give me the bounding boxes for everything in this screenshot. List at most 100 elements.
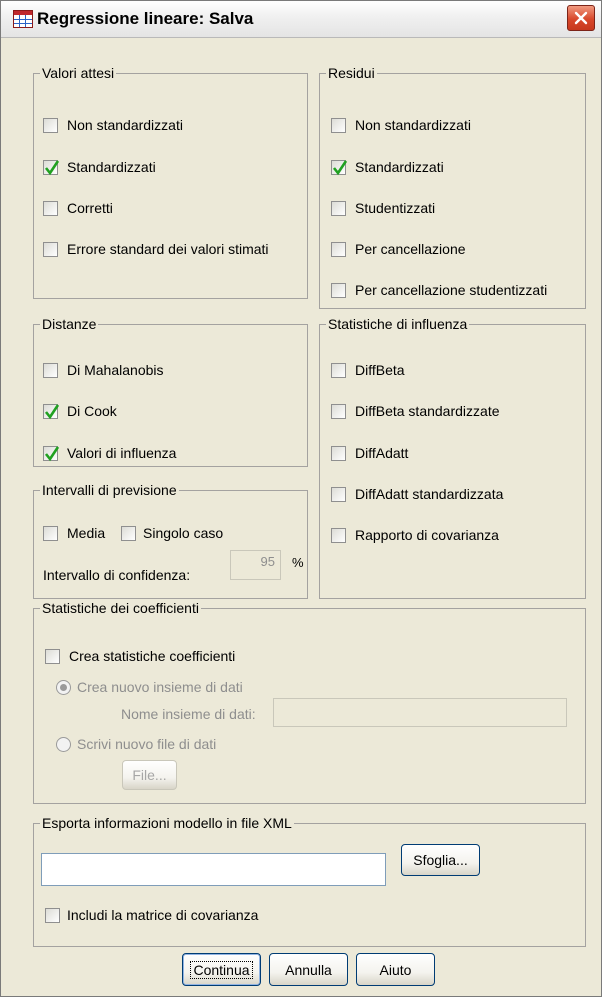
checkbox-label: Rapporto di covarianza (355, 527, 499, 543)
checkbox-label: Di Cook (67, 403, 117, 419)
checkbox-crea-statistiche-coefficienti[interactable]: Crea statistiche coefficienti (45, 648, 235, 664)
checkbox-label: Standardizzati (67, 159, 156, 175)
checkbox-errore-standard[interactable]: Errore standard dei valori stimati (43, 241, 269, 257)
checkmark-icon (332, 159, 348, 175)
window-title: Regressione lineare: Salva (37, 9, 254, 28)
checkbox-box[interactable] (331, 159, 348, 175)
radio-crea-nuovo-insieme[interactable]: Crea nuovo insieme di dati (56, 679, 243, 695)
group-title-intervalli: Intervalli di previsione (40, 482, 179, 498)
group-title-coefficienti: Statistiche dei coefficienti (40, 600, 201, 616)
checkbox-box[interactable] (331, 241, 346, 257)
group-residui: Residui (319, 65, 586, 309)
checkbox-valori-corretti[interactable]: Corretti (43, 200, 113, 216)
checkbox-media[interactable]: Media (43, 525, 105, 541)
checkbox-box[interactable] (331, 486, 346, 502)
checkbox-label: Valori di influenza (67, 445, 177, 461)
radio-label: Scrivi nuovo file di dati (77, 736, 217, 752)
checkbox-label: Non standardizzati (355, 117, 471, 133)
nome-insieme-label: Nome insieme di dati: (121, 706, 256, 722)
checkbox-valori-non-standardizzati[interactable]: Non standardizzati (43, 117, 183, 133)
checkbox-di-mahalanobis[interactable]: Di Mahalanobis (43, 362, 164, 378)
continua-button[interactable]: Continua (182, 953, 261, 986)
close-icon (574, 11, 588, 25)
checkbox-box[interactable] (43, 117, 58, 133)
checkbox-label: Crea statistiche coefficienti (69, 648, 236, 664)
checkbox-box[interactable] (45, 648, 60, 664)
checkbox-label: Singolo caso (143, 525, 224, 541)
group-title-residui: Residui (326, 65, 377, 81)
dialog-window: Regressione lineare: Salva Valori attesi… (0, 0, 602, 997)
group-title-distanze: Distanze (40, 316, 99, 332)
checkbox-label: Non standardizzati (67, 117, 183, 133)
radio-button[interactable] (56, 679, 71, 695)
confidenza-input[interactable]: 95 (230, 550, 281, 580)
checkbox-box[interactable] (331, 362, 346, 378)
checkbox-box[interactable] (43, 159, 60, 175)
sfoglia-button[interactable]: Sfoglia... (401, 844, 480, 876)
radio-scrivi-nuovo-file[interactable]: Scrivi nuovo file di dati (56, 736, 216, 752)
radio-dot (60, 683, 67, 691)
checkbox-di-cook[interactable]: Di Cook (43, 403, 117, 419)
checkmark-icon (44, 445, 60, 461)
checkbox-box[interactable] (331, 117, 346, 133)
checkbox-residui-studentizzati[interactable]: Studentizzati (331, 200, 435, 216)
checkbox-residui-standardizzati[interactable]: Standardizzati (331, 159, 444, 175)
checkbox-diffbeta-standardizzate[interactable]: DiffBeta standardizzate (331, 403, 500, 419)
radio-label: Crea nuovo insieme di dati (77, 679, 243, 695)
checkbox-box[interactable] (43, 200, 58, 216)
checkbox-label: Standardizzati (355, 159, 444, 175)
checkbox-includi-matrice[interactable]: Includi la matrice di covarianza (45, 907, 258, 923)
checkbox-label: Studentizzati (355, 200, 436, 216)
title-bar[interactable]: Regressione lineare: Salva (1, 1, 601, 38)
group-title-valori-attesi: Valori attesi (40, 65, 117, 81)
checkbox-box[interactable] (43, 525, 58, 541)
radio-button[interactable] (56, 736, 71, 752)
checkbox-box[interactable] (43, 445, 60, 461)
checkbox-label: Media (67, 525, 106, 541)
aiuto-button[interactable]: Aiuto (356, 953, 435, 986)
checkbox-label: DiffBeta (355, 362, 405, 378)
checkbox-valori-di-influenza[interactable]: Valori di influenza (43, 445, 176, 461)
percent-label: % (292, 555, 304, 570)
checkbox-box[interactable] (45, 907, 60, 923)
checkbox-box[interactable] (331, 200, 346, 216)
checkbox-box[interactable] (331, 527, 346, 543)
checkbox-label: DiffAdatt standardizzata (355, 486, 504, 502)
checkbox-diffadatt-standardizzata[interactable]: DiffAdatt standardizzata (331, 486, 503, 502)
checkbox-singolo-caso[interactable]: Singolo caso (121, 525, 223, 541)
checkbox-per-cancellazione-studentizzati[interactable]: Per cancellazione studentizzati (331, 282, 547, 298)
spss-table-icon (13, 10, 33, 28)
checkbox-diffadatt[interactable]: DiffAdatt (331, 445, 408, 461)
checkbox-label: Corretti (67, 200, 113, 216)
group-valori-attesi: Valori attesi (33, 65, 308, 299)
close-button[interactable] (567, 5, 595, 31)
checkmark-icon (44, 159, 60, 175)
checkbox-label: Per cancellazione (355, 241, 466, 257)
checkbox-box[interactable] (43, 362, 58, 378)
xml-path-input[interactable] (41, 853, 386, 886)
checkbox-residui-non-standardizzati[interactable]: Non standardizzati (331, 117, 471, 133)
checkbox-box[interactable] (43, 403, 60, 419)
checkbox-label: DiffBeta standardizzate (355, 403, 500, 419)
checkbox-label: Includi la matrice di covarianza (67, 907, 259, 923)
checkbox-label: Di Mahalanobis (67, 362, 164, 378)
checkbox-label: Errore standard dei valori stimati (67, 241, 269, 257)
checkbox-box[interactable] (331, 282, 346, 298)
checkmark-icon (44, 403, 60, 419)
intervallo-confidenza-label: Intervallo di confidenza: (43, 567, 191, 583)
nome-insieme-input[interactable] (273, 698, 567, 727)
checkbox-label: Per cancellazione studentizzati (355, 282, 548, 298)
file-button[interactable]: File... (122, 760, 177, 790)
annulla-button[interactable]: Annulla (269, 953, 348, 986)
checkbox-per-cancellazione[interactable]: Per cancellazione (331, 241, 466, 257)
group-title-esporta: Esporta informazioni modello in file XML (40, 815, 294, 831)
checkbox-box[interactable] (331, 403, 346, 419)
checkbox-rapporto-di-covarianza[interactable]: Rapporto di covarianza (331, 527, 499, 543)
checkbox-diffbeta[interactable]: DiffBeta (331, 362, 405, 378)
checkbox-box[interactable] (121, 525, 136, 541)
checkbox-box[interactable] (43, 241, 58, 257)
checkbox-valori-standardizzati[interactable]: Standardizzati (43, 159, 156, 175)
group-title-influenza: Statistiche di influenza (326, 316, 470, 332)
checkbox-box[interactable] (331, 445, 346, 461)
continua-label: Continua (190, 960, 253, 979)
